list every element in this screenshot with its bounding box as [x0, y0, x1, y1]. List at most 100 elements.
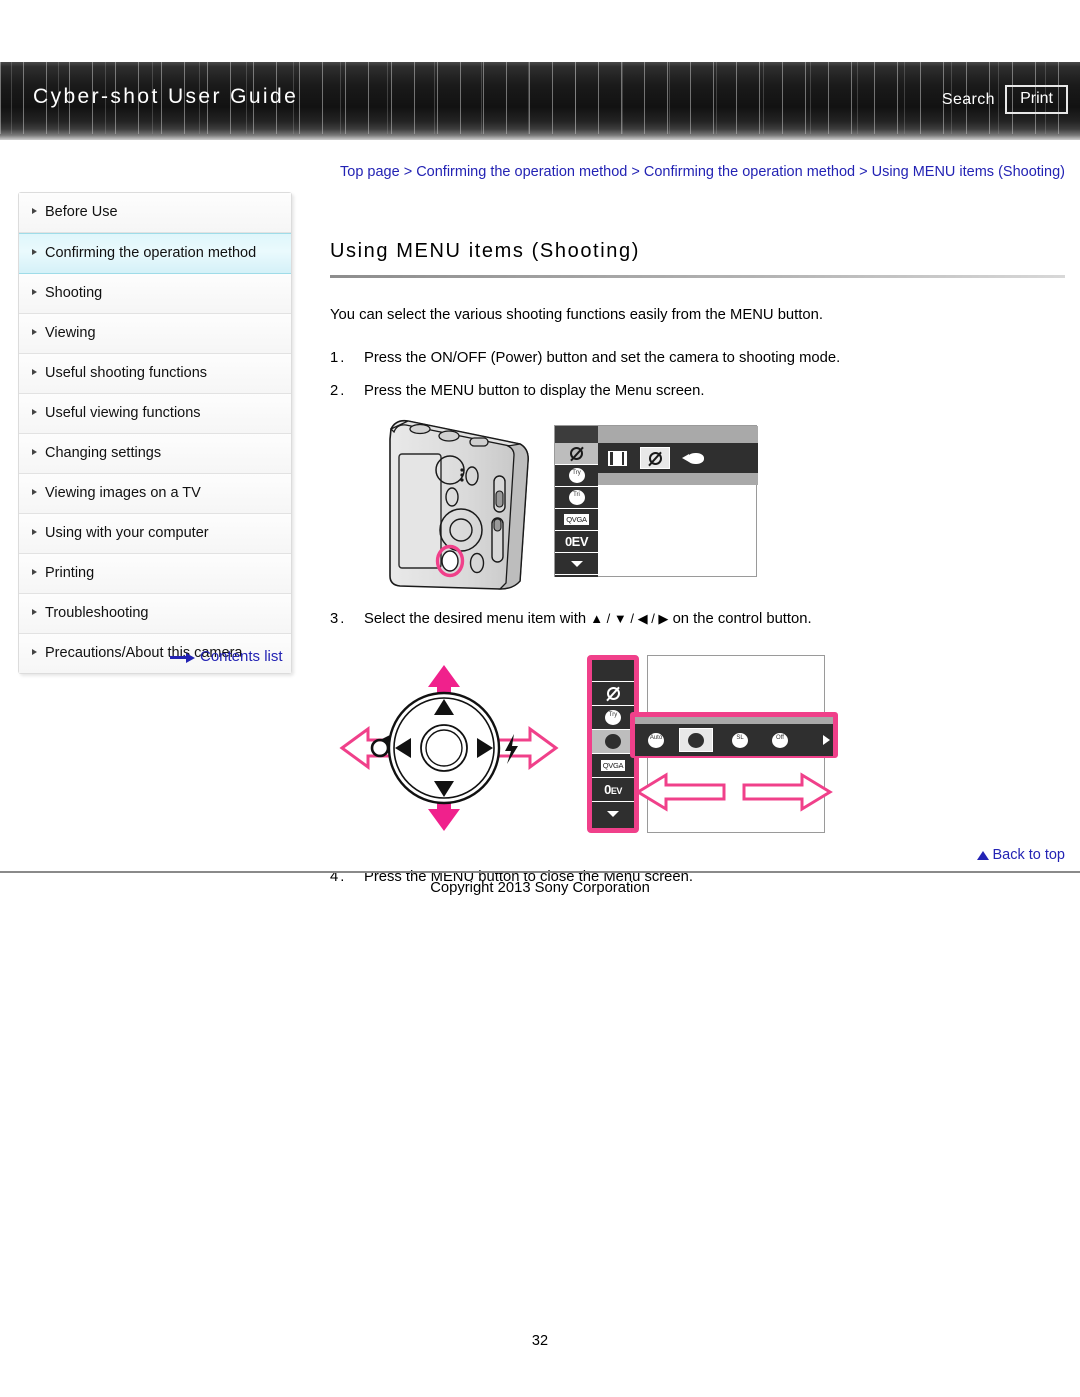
menu-mode-icon-row — [598, 443, 758, 473]
copyright-text: Copyright 2013 Sony Corporation — [430, 880, 650, 896]
horizontal-navigation-arrows — [635, 772, 833, 812]
menu-screen-initial: Try Tri QVGA 0EV — [554, 425, 758, 577]
flash-on-icon[interactable]: On — [679, 728, 713, 752]
bullet-triangle-icon — [32, 409, 37, 415]
triangle-up-icon — [977, 851, 990, 860]
menu-icon-row-underbar — [598, 473, 758, 485]
menu-strip-item-no-flash[interactable] — [592, 682, 634, 706]
step-number: 2. — [330, 383, 347, 399]
sidebar-item-changing-settings[interactable]: Changing settings — [19, 434, 291, 474]
bullet-triangle-icon — [32, 649, 37, 655]
step-text: Press the ON/OFF (Power) button and set … — [364, 350, 841, 366]
icon-sublabel: Try — [572, 470, 581, 476]
control-button-diagram — [339, 665, 559, 831]
bullet-triangle-icon — [32, 249, 37, 255]
sidebar-item-viewing[interactable]: Viewing — [19, 314, 291, 354]
menu-item-no-flash[interactable] — [555, 443, 598, 465]
step-1: 1. Press the ON/OFF (Power) button and s… — [330, 346, 1070, 370]
flash-auto-icon[interactable]: Auto — [639, 728, 673, 752]
menu-left-column: Try Tri QVGA 0EV — [555, 443, 598, 577]
sidebar-item-label: Changing settings — [45, 445, 162, 461]
sidebar-item-label: Viewing — [45, 325, 96, 341]
step-text: Press the MENU button to display the Men… — [364, 383, 705, 399]
bullet-triangle-icon — [32, 569, 37, 575]
page-title: Using MENU items (Shooting) — [330, 240, 640, 262]
flash-off-icon[interactable]: Off — [763, 728, 797, 752]
sidebar-item-useful-viewing-functions[interactable]: Useful viewing functions — [19, 394, 291, 434]
site-title: Cyber-shot User Guide — [33, 85, 299, 108]
sidebar-item-before-use[interactable]: Before Use — [19, 193, 291, 233]
sidebar-item-confirming-the-operation-method[interactable]: Confirming the operation method — [19, 233, 291, 274]
menu-item-scroll-down[interactable] — [555, 553, 598, 575]
breadcrumb[interactable]: Top page > Confirming the operation meth… — [335, 162, 1065, 182]
sidebar-item-printing[interactable]: Printing — [19, 554, 291, 594]
menu-item-image-size[interactable]: QVGA — [555, 509, 598, 531]
menu-horizontal-options-inner: Auto On SL Off — [635, 724, 833, 756]
camera-back-illustration — [389, 419, 529, 590]
sidebar-item-viewing-images-on-a-tv[interactable]: Viewing images on a TV — [19, 474, 291, 514]
contents-list-link[interactable]: Contents list — [170, 648, 283, 665]
menu-item-self-timer[interactable]: Try — [555, 465, 598, 487]
sidebar-item-label: Using with your computer — [45, 525, 209, 541]
back-to-top-label: Back to top — [992, 847, 1065, 863]
no-flash-icon[interactable] — [640, 447, 670, 469]
sidebar-item-shooting[interactable]: Shooting — [19, 274, 291, 314]
footer-divider — [0, 871, 1080, 873]
sidebar-item-label: Viewing images on a TV — [45, 485, 201, 501]
step-3: 3. Select the desired menu item with ▲ /… — [330, 607, 1070, 631]
sidebar-item-label: Confirming the operation method — [45, 245, 257, 261]
bullet-triangle-icon — [32, 529, 37, 535]
print-button[interactable]: Print — [1005, 85, 1068, 114]
bullet-triangle-icon — [32, 489, 37, 495]
sidebar-item-troubleshooting[interactable]: Troubleshooting — [19, 594, 291, 634]
sidebar-item-label: Troubleshooting — [45, 605, 149, 621]
chevron-right-icon — [823, 735, 830, 745]
main-content: Using MENU items (Shooting) You can sele… — [330, 240, 1070, 898]
bullet-triangle-icon — [32, 449, 37, 455]
search-link[interactable]: Search — [942, 91, 995, 109]
sidebar-item-label: Useful shooting functions — [45, 365, 208, 381]
arrow-right-icon — [170, 652, 196, 663]
menu-item-smile-shutter[interactable]: Tri — [555, 487, 598, 509]
step-number: 3. — [330, 611, 347, 627]
step-text-before: Select the desired menu item with — [364, 611, 587, 627]
icon-sublabel: Tri — [573, 492, 580, 498]
back-to-top-link[interactable]: Back to top — [0, 847, 1065, 863]
sidebar-nav: Before Use Confirming the operation meth… — [18, 192, 292, 674]
bullet-triangle-icon — [32, 369, 37, 375]
movie-film-icon[interactable] — [602, 447, 632, 469]
intro-paragraph: You can select the various shooting func… — [330, 307, 823, 323]
underwater-fish-icon[interactable] — [678, 447, 708, 469]
exposure-value-label: 0EV — [564, 534, 589, 549]
title-divider — [330, 275, 1065, 278]
page-number: 32 — [531, 1333, 549, 1349]
bullet-triangle-icon — [32, 609, 37, 615]
sidebar-item-label: Useful viewing functions — [45, 405, 201, 421]
sidebar-item-label: Printing — [45, 565, 95, 581]
bullet-triangle-icon — [32, 289, 37, 295]
menu-strip-item-self-timer[interactable]: Try — [592, 706, 634, 730]
figure-control-button-navigation: Try Tri QVGA 0EV Auto On SL Off — [334, 645, 1070, 845]
menu-horizontal-options-bar: Auto On SL Off — [630, 712, 838, 758]
contents-list-label: Contents list — [200, 648, 283, 665]
figure-camera-and-menu: Try Tri QVGA 0EV — [382, 413, 1070, 593]
menu-strip-item-exposure-value[interactable]: 0EV — [592, 778, 634, 802]
sidebar-item-using-with-your-computer[interactable]: Using with your computer — [19, 514, 291, 554]
menu-strip-item-smile-shutter[interactable]: Tri — [592, 730, 634, 754]
menu-item-exposure-value[interactable]: 0EV — [555, 531, 598, 553]
site-header: Cyber-shot User Guide Search Print — [0, 62, 1080, 140]
sidebar-item-label: Before Use — [45, 204, 118, 220]
image-size-label: QVGA — [564, 514, 589, 525]
menu-strip-item-image-size[interactable]: QVGA — [592, 754, 634, 778]
sidebar-item-useful-shooting-functions[interactable]: Useful shooting functions — [19, 354, 291, 394]
step-text-after: on the control button. — [672, 611, 812, 627]
direction-arrows-glyphs: ▲ / ▼ / ◀ / ▶ — [590, 611, 669, 626]
step-number: 1. — [330, 350, 347, 366]
menu-strip-blank — [592, 660, 634, 682]
step-2: 2. Press the MENU button to display the … — [330, 379, 1070, 403]
menu-strip-item-scroll-down[interactable] — [592, 802, 634, 826]
bullet-triangle-icon — [32, 208, 37, 214]
menu-top-bar-dark-corner — [555, 426, 598, 443]
slow-sync-icon[interactable]: SL — [723, 728, 757, 752]
bullet-triangle-icon — [32, 329, 37, 335]
